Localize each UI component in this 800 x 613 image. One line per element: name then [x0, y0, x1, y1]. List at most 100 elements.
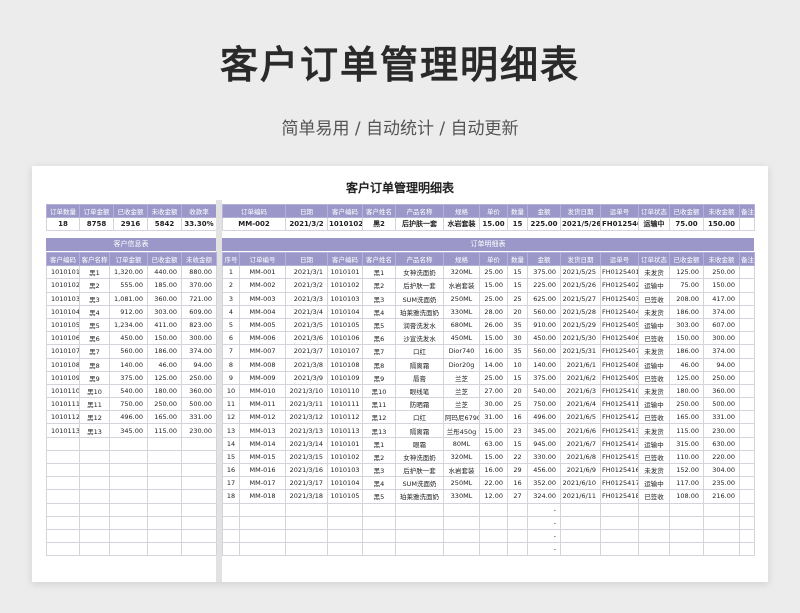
table-cell: 330ML [443, 304, 480, 319]
table-cell: 250ML [443, 291, 480, 306]
table-cell: 303.00 [147, 304, 182, 319]
lookup-cell [739, 217, 755, 232]
table-cell: MM-007 [239, 344, 286, 359]
header-cell: 客户编码 [327, 251, 363, 267]
table-cell [239, 515, 286, 530]
table-row: 11 MM-011 2021/3/11 1010111 黑11 防晒霜 兰芝 30.00 25 7… [222, 397, 755, 412]
table-cell: 25.00 [479, 370, 508, 385]
table-cell: 1010108 [327, 357, 363, 372]
customer-header-row: 客户编码 客户名称 订单金额 已收金额 未收金额 [46, 251, 217, 267]
table-cell [285, 502, 328, 517]
table-cell: 680ML [443, 317, 480, 333]
table-cell: 125.00 [669, 370, 704, 385]
table-cell [79, 542, 110, 557]
lookup-cell: 150.00 [703, 217, 740, 232]
table-cell [46, 542, 80, 557]
table-cell: MM-004 [239, 304, 286, 319]
table-cell: 17 [222, 476, 240, 491]
table-cell [507, 502, 528, 517]
table-cell: 1,320.00 [109, 265, 148, 280]
table-cell: SUM洗面奶 [395, 476, 444, 491]
table-cell [739, 542, 755, 557]
page-title: 客户订单管理明细表 [219, 43, 580, 87]
table-cell [147, 489, 182, 504]
table-cell: 22.00 [479, 476, 508, 491]
table-cell: 46.00 [669, 357, 704, 372]
table-cell: 黑6 [79, 331, 110, 346]
table-cell: 黑7 [362, 344, 396, 359]
table-cell: 150.00 [669, 331, 704, 346]
table-cell: 珀莱雅洗面奶 [395, 304, 444, 319]
table-cell [638, 515, 670, 530]
table-cell: 375.00 [527, 265, 561, 280]
table-cell: 1010103 [327, 291, 363, 306]
table-cell: - [527, 515, 561, 530]
table-cell: 500.00 [703, 397, 740, 412]
table-cell: 15 [507, 278, 528, 293]
spreadsheet-sheet: 客户订单管理明细表 订单数量 订单金额 已收金额 未收金额 收款率 18 8758 2916 5… [32, 166, 768, 582]
table-row: 1010106 黑6 450.00 150.00 300.00 [46, 331, 217, 346]
table-cell: 2021/5/29 [560, 317, 601, 333]
table-cell [600, 502, 639, 517]
table-cell: 2021/3/9 [285, 370, 328, 385]
table-cell: 2021/3/1 [285, 265, 328, 280]
table-cell [147, 502, 182, 517]
table-cell [443, 542, 480, 557]
table-cell: 运输中 [638, 436, 670, 451]
table-cell: 94.00 [703, 357, 740, 372]
table-cell [109, 462, 148, 478]
order-lookup-table: 订单编码 日期 客户编码 客户姓名 产品名称 规格 单价 数量 金额 发货日期 运单号 订单状态 已收金… [222, 203, 755, 232]
header-cell: 产品名称 [395, 251, 444, 267]
table-row: - [222, 515, 755, 530]
table-cell: 25.00 [479, 265, 508, 280]
table-cell: FH0125409 [600, 370, 639, 385]
table-cell: 374.00 [703, 304, 740, 319]
table-cell: 黑5 [362, 489, 396, 504]
table-cell: - [527, 542, 561, 557]
table-cell: 1010101 [327, 436, 363, 451]
table-cell: 8 [222, 357, 240, 372]
table-cell: 27.00 [479, 383, 508, 399]
table-cell [46, 489, 80, 504]
table-cell [739, 317, 755, 333]
table-cell [507, 515, 528, 530]
table-cell: FH0125412 [600, 410, 639, 425]
table-cell: 黑2 [362, 278, 396, 293]
table-cell: 阿玛尼6790 [443, 410, 480, 425]
table-cell [600, 542, 639, 557]
header-cell: 备注 [739, 251, 755, 267]
table-row: 5 MM-005 2021/3/5 1010105 黑5 润膏洗发水 680ML 26.00 3… [222, 317, 755, 333]
table-cell: MM-002 [239, 278, 286, 293]
table-cell: MM-003 [239, 291, 286, 306]
table-row: 1010112 黑12 496.00 165.00 331.00 [46, 410, 217, 425]
header-cell: 已收金额 [113, 203, 148, 219]
table-cell: 2021/6/8 [560, 449, 601, 465]
table-cell: 隔离霜 [395, 423, 444, 438]
table-cell [46, 476, 80, 491]
table-cell: 250.00 [669, 397, 704, 412]
table-cell: 1010105 [327, 489, 363, 504]
table-cell: 880.00 [181, 265, 217, 280]
table-cell: 未发货 [638, 423, 670, 438]
table-cell: 后护肤一套 [395, 462, 444, 478]
table-cell [79, 502, 110, 517]
table-cell: 运输中 [638, 278, 670, 293]
table-cell: 303.00 [669, 317, 704, 333]
header-cell: 金额 [527, 251, 561, 267]
table-cell: 496.00 [527, 410, 561, 425]
table-cell: 黑7 [79, 344, 110, 359]
header-cell: 运单号 [600, 203, 639, 219]
table-cell: 180.00 [669, 383, 704, 399]
table-cell: 2021/3/11 [285, 397, 328, 412]
table-cell: 已签收 [638, 449, 670, 465]
table-cell [109, 436, 148, 451]
table-cell [395, 515, 444, 530]
table-cell: 已签收 [638, 410, 670, 425]
table-cell: 兰芝 [443, 397, 480, 412]
table-cell: SUM洗面奶 [395, 291, 444, 306]
table-row: 1010104 黑4 912.00 303.00 609.00 [46, 304, 217, 319]
table-cell: 14.00 [479, 357, 508, 372]
table-cell: 黑1 [79, 265, 110, 280]
table-cell: MM-012 [239, 410, 286, 425]
table-cell [79, 449, 110, 465]
